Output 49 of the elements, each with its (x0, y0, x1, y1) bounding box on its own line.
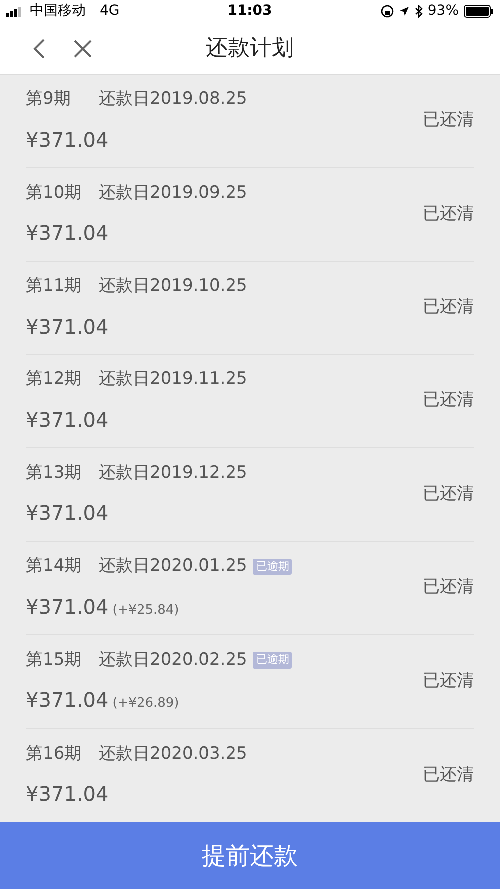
close-icon (73, 38, 93, 59)
period-label: 第16期 (26, 742, 83, 766)
period-label: 第12期 (26, 368, 83, 392)
paid-status: 已还清 (423, 764, 474, 787)
due-date: 还款日2019.12.25 (99, 462, 248, 485)
overdue-tag: 已逾期 (253, 652, 292, 669)
period-label: 第10期 (26, 182, 83, 205)
due-date: 还款日2020.01.25 (99, 555, 248, 578)
network-type: 4G (100, 2, 120, 22)
period-label: 第14期 (26, 555, 83, 578)
amount: ¥371.04 (26, 500, 109, 528)
amount: ¥371.04 (26, 406, 109, 434)
paid-status: 已还清 (423, 482, 474, 506)
period-label: 第9期 (26, 88, 72, 112)
battery-percent: 93% (428, 2, 459, 22)
battery-icon (464, 5, 494, 18)
late-fee: (+¥26.89) (112, 695, 180, 714)
due-date: 还款日2020.02.25 (99, 648, 248, 672)
due-date: 还款日2020.03.25 (99, 742, 248, 766)
due-date: 还款日2019.10.25 (99, 275, 248, 298)
amount: ¥371.04 (26, 220, 109, 248)
paid-status: 已还清 (423, 389, 474, 412)
back-icon (33, 38, 45, 59)
paid-status: 已还清 (423, 576, 474, 600)
prepay-button[interactable]: 提前还款 (0, 822, 500, 889)
bluetooth-icon (414, 5, 423, 18)
amount: ¥371.04 (26, 781, 109, 808)
amount: ¥371.04 (26, 594, 109, 621)
late-fee: (+¥25.84) (112, 602, 180, 620)
clock-time: 11:03 (228, 2, 272, 22)
carrier-name: 中国移动 (30, 2, 86, 22)
page-title: 还款计划 (206, 35, 294, 64)
amount: ¥371.04 (26, 687, 109, 714)
due-date: 还款日2019.08.25 (99, 88, 248, 112)
due-date: 还款日2019.11.25 (99, 368, 248, 392)
period-label: 第11期 (26, 275, 83, 298)
amount: ¥371.04 (26, 314, 109, 341)
paid-status: 已还清 (423, 296, 474, 320)
paid-status: 已还清 (423, 202, 474, 226)
amount: ¥371.04 (26, 126, 109, 154)
period-label: 第13期 (26, 462, 83, 485)
paid-status: 已还清 (423, 109, 474, 132)
due-date: 还款日2019.09.25 (99, 182, 248, 205)
overdue-tag: 已逾期 (253, 558, 292, 576)
period-label: 第15期 (26, 648, 83, 672)
location-icon (398, 6, 410, 18)
signal-icon (6, 6, 24, 17)
paid-status: 已还清 (423, 670, 474, 693)
rotation-lock-icon (380, 5, 394, 18)
